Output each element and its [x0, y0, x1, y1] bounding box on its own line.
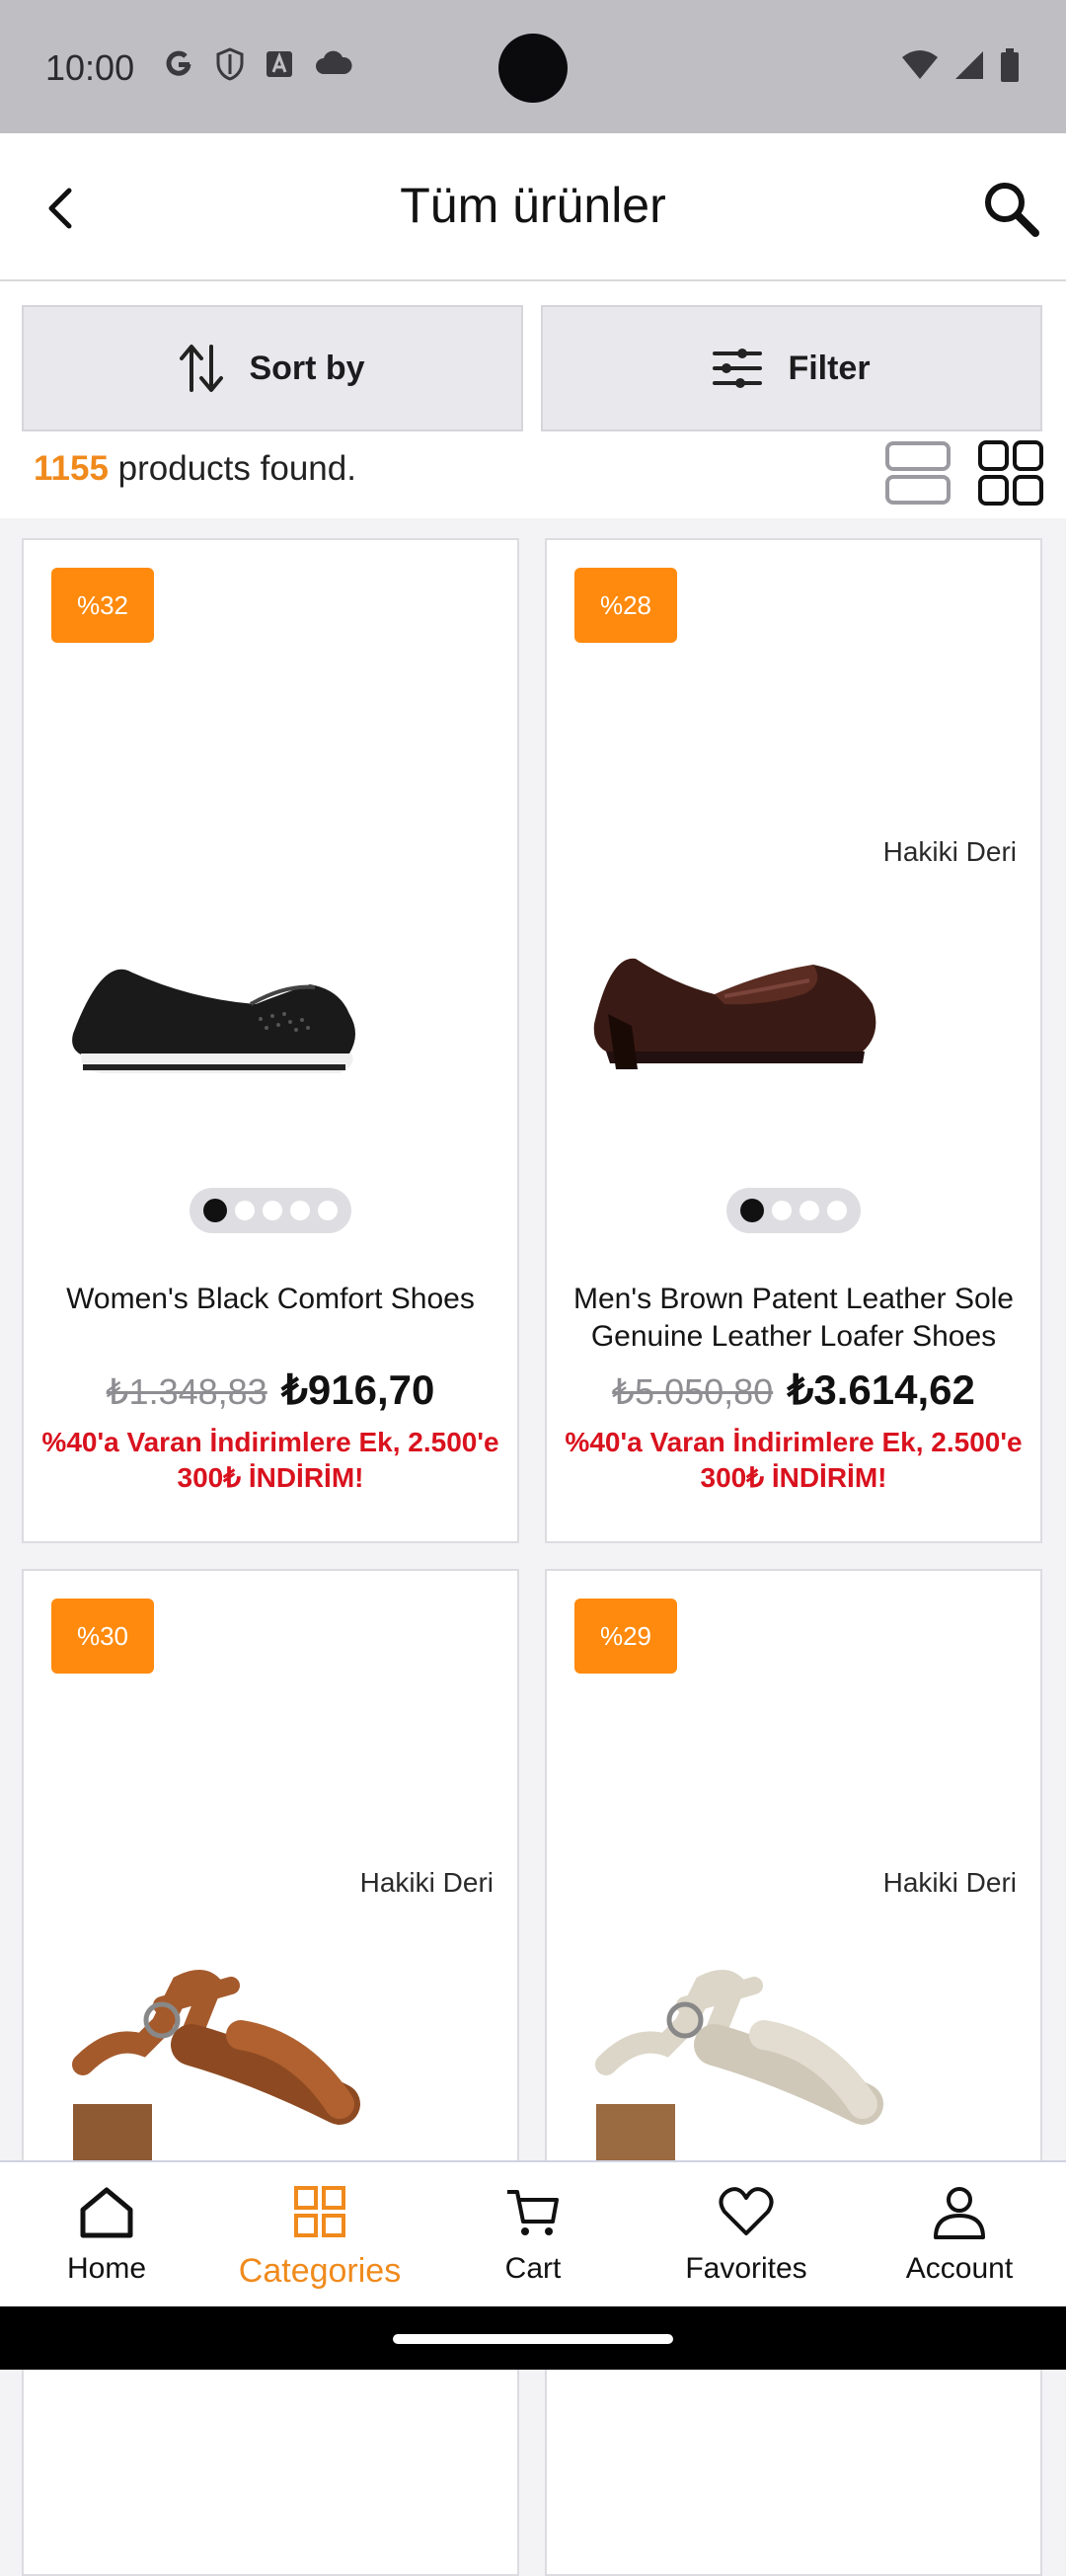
filter-label: Filter: [788, 349, 871, 387]
genuine-leather-label: Hakiki Deri: [882, 1867, 1017, 1898]
new-price: ₺3.614,62: [787, 1366, 975, 1413]
list-view-icon[interactable]: [884, 439, 952, 507]
black-comfort-shoe-image: [72, 969, 355, 1073]
person-icon: [934, 2187, 985, 2239]
nav-cart[interactable]: Cart: [434, 2184, 632, 2286]
nav-account-label: Account: [905, 2252, 1014, 2285]
product-image[interactable]: [567, 1689, 1021, 2242]
product-card[interactable]: %32 Women's Black Comfort Shoes ₺1.348,8…: [22, 538, 519, 1543]
discount-badge: %32: [51, 568, 154, 643]
genuine-leather-label: Hakiki Deri: [359, 1867, 494, 1898]
sort-icon: [180, 345, 224, 392]
nav-categories[interactable]: Categories: [221, 2184, 419, 2291]
home-icon: [80, 2187, 133, 2238]
nav-categories-label: Categories: [238, 2252, 402, 2290]
font-a-icon: [266, 51, 292, 77]
nav-favorites-label: Favorites: [685, 2252, 807, 2285]
view-toggles: [884, 439, 1044, 507]
promo-text: %40'a Varan İndirimlere Ek, 2.500'e 300₺…: [41, 1427, 499, 1493]
carousel-dot[interactable]: [827, 1201, 847, 1220]
cloud-icon: [316, 50, 352, 74]
discount-badge: %30: [51, 1599, 154, 1674]
nav-favorites[interactable]: Favorites: [647, 2184, 845, 2286]
carousel-dot[interactable]: [203, 1199, 227, 1222]
system-navigation-bar: [0, 2306, 1066, 2370]
price-row: ₺5.050,80 ₺3.614,62: [547, 1366, 1040, 1414]
product-count-text: products found.: [108, 449, 356, 488]
product-name[interactable]: Men's Brown Patent Leather Sole Genuine …: [565, 1281, 1023, 1356]
nav-account[interactable]: Account: [861, 2184, 1058, 2286]
status-icons-right: [900, 47, 1021, 83]
product-image[interactable]: [567, 659, 1021, 1211]
grid-icon: [294, 2186, 345, 2237]
discount-badge: %29: [574, 1599, 677, 1674]
list-controls: Sort by Filter 1155 products found.: [0, 281, 1066, 518]
search-button[interactable]: [973, 171, 1048, 246]
tan-heeled-sandal-image: [72, 1970, 360, 2242]
carousel-dot[interactable]: [800, 1201, 819, 1220]
genuine-leather-label: Hakiki Deri: [882, 836, 1017, 867]
nav-home-label: Home: [66, 2252, 147, 2285]
search-icon: [985, 183, 1039, 237]
product-image[interactable]: [43, 659, 497, 1211]
cart-icon: [507, 2190, 559, 2235]
product-card[interactable]: %29 Hakiki Deri: [545, 1569, 1042, 2576]
carousel-dot[interactable]: [290, 1201, 310, 1220]
product-card[interactable]: %28 Hakiki Deri Men's Brown Patent Leath…: [545, 538, 1042, 1543]
new-price: ₺916,70: [281, 1366, 435, 1413]
carousel-dot[interactable]: [235, 1201, 255, 1220]
home-gesture-handle[interactable]: [393, 2334, 673, 2344]
product-image[interactable]: [43, 1689, 497, 2242]
status-bar: 10:00: [0, 0, 1066, 133]
carousel-dot[interactable]: [772, 1201, 792, 1220]
old-price: ₺1.348,83: [106, 1371, 267, 1412]
page-title: Tüm ürünler: [400, 178, 666, 233]
carousel-dot[interactable]: [318, 1201, 338, 1220]
discount-badge: %28: [574, 568, 677, 643]
bottom-navigation: Home Categories Cart Favorites Account: [0, 2160, 1066, 2306]
filter-button[interactable]: Filter: [541, 305, 1042, 431]
carousel-dot[interactable]: [740, 1199, 764, 1222]
google-icon: [166, 50, 191, 76]
product-count: 1155 products found.: [34, 449, 356, 489]
product-name[interactable]: Women's Black Comfort Shoes: [41, 1281, 499, 1318]
status-time: 10:00: [45, 47, 135, 88]
sort-button[interactable]: Sort by: [22, 305, 523, 431]
cream-heeled-sandal-image: [595, 1970, 883, 2242]
image-carousel-indicator[interactable]: [190, 1188, 351, 1233]
promo-text: %40'a Varan İndirimlere Ek, 2.500'e 300₺…: [565, 1427, 1023, 1493]
filter-sliders-icon: [713, 349, 763, 388]
sort-label: Sort by: [249, 349, 365, 387]
carousel-dot[interactable]: [263, 1201, 282, 1220]
product-card[interactable]: %30 Hakiki Deri: [22, 1569, 519, 2576]
product-count-value: 1155: [34, 449, 109, 488]
nav-home[interactable]: Home: [8, 2184, 205, 2286]
price-row: ₺1.348,83 ₺916,70: [24, 1366, 517, 1414]
status-icons-left: [162, 47, 353, 81]
signal-icon: [955, 51, 983, 79]
nav-cart-label: Cart: [504, 2252, 562, 2285]
wifi-icon: [902, 50, 938, 79]
heart-icon: [719, 2187, 774, 2235]
grid-view-icon[interactable]: [977, 439, 1044, 507]
front-camera: [498, 34, 568, 103]
battery-icon: [1001, 48, 1019, 82]
brown-loafer-image: [593, 958, 876, 1069]
image-carousel-indicator[interactable]: [726, 1188, 861, 1233]
old-price: ₺5.050,80: [612, 1371, 774, 1412]
shield-icon: [216, 47, 244, 81]
app-bar: Tüm ürünler: [0, 133, 1066, 281]
